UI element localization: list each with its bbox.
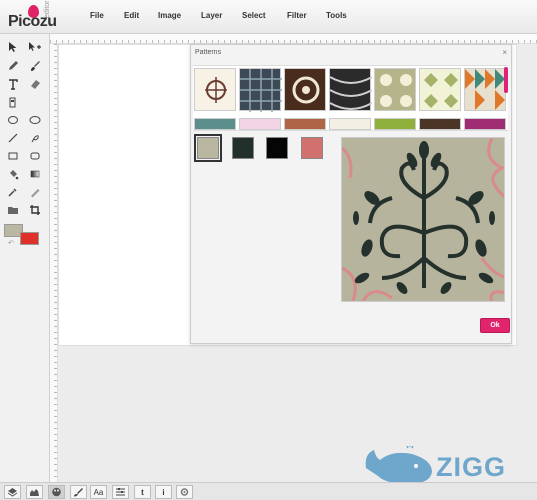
ellipse-icon[interactable]	[5, 112, 21, 128]
ok-button[interactable]: Ok	[480, 318, 510, 333]
font-icon[interactable]: Aa	[90, 485, 107, 499]
logo-subtitle: editor	[44, 0, 51, 18]
gradient-icon[interactable]	[27, 166, 43, 182]
move-plus-icon[interactable]	[27, 39, 43, 55]
pattern-thumb[interactable]	[194, 68, 236, 111]
brush-settings-icon[interactable]	[70, 485, 87, 499]
horizontal-ruler	[50, 34, 537, 44]
pattern-color-swatch-2[interactable]	[232, 137, 254, 159]
pattern-thumbnails	[193, 65, 508, 131]
menu-filter[interactable]: Filter	[287, 11, 307, 20]
rounded-rect-icon[interactable]	[27, 112, 43, 128]
info-icon[interactable]: i	[155, 485, 172, 499]
pattern-thumb[interactable]	[464, 118, 506, 130]
watermark-text: ZIGG	[436, 452, 506, 482]
eraser-icon[interactable]	[27, 76, 43, 92]
menu-tools[interactable]: Tools	[326, 11, 347, 20]
close-icon[interactable]: ×	[502, 48, 507, 57]
thumbnails-scrollbar[interactable]	[504, 67, 508, 93]
vertical-ruler	[50, 44, 58, 482]
clone-stamp-icon[interactable]	[5, 94, 21, 110]
palette-icon[interactable]	[48, 485, 65, 499]
pattern-thumb[interactable]	[419, 68, 461, 111]
pattern-thumb[interactable]	[284, 68, 326, 111]
pattern-thumb[interactable]	[239, 68, 282, 112]
crop-icon[interactable]	[27, 202, 43, 218]
ruler-icon[interactable]	[27, 184, 43, 200]
text-icon[interactable]	[5, 76, 21, 92]
pattern-thumb[interactable]	[284, 118, 326, 130]
swap-colors-icon[interactable]: ↶	[8, 239, 14, 247]
patterns-dialog: Patterns × Ok	[190, 44, 512, 344]
brush-icon[interactable]	[27, 58, 43, 74]
menu-bar: Picozu editor File Edit Image Layer Sele…	[0, 0, 537, 34]
tool-palette: ↶	[0, 34, 50, 482]
background-color-swatch[interactable]	[20, 232, 39, 245]
rect-rounded-icon[interactable]	[27, 148, 43, 164]
eyedropper-icon[interactable]	[5, 184, 21, 200]
menu-select[interactable]: Select	[242, 11, 266, 20]
line-icon[interactable]	[5, 130, 21, 146]
pattern-thumb[interactable]	[239, 118, 281, 130]
histogram-icon[interactable]	[26, 485, 43, 499]
rect-icon[interactable]	[5, 148, 21, 164]
pattern-color-swatch-1[interactable]	[194, 134, 222, 162]
dialog-title: Patterns	[195, 49, 222, 56]
menu-layer[interactable]: Layer	[201, 11, 222, 20]
whale-icon	[365, 444, 432, 484]
pattern-thumb[interactable]	[374, 68, 416, 111]
folder-icon[interactable]	[5, 202, 21, 218]
pattern-thumb[interactable]	[374, 118, 416, 130]
menu-image[interactable]: Image	[158, 11, 181, 20]
pattern-thumb[interactable]	[194, 118, 236, 130]
adjust-icon[interactable]	[112, 485, 129, 499]
pattern-color-swatch-4[interactable]	[301, 137, 323, 159]
pattern-preview	[341, 137, 505, 302]
pattern-thumb[interactable]	[329, 118, 371, 130]
menu-file[interactable]: File	[90, 11, 104, 20]
select-arrow-icon[interactable]	[5, 39, 21, 55]
pattern-thumb[interactable]	[419, 118, 461, 130]
pencil-icon[interactable]	[5, 58, 21, 74]
fill-bucket-icon[interactable]	[5, 166, 21, 182]
app-logo: Picozu editor	[8, 0, 64, 32]
lasso-icon[interactable]	[27, 130, 43, 146]
pattern-thumb[interactable]	[329, 68, 373, 111]
bottom-toolbar: Aa t i	[0, 482, 537, 500]
tumblr-icon[interactable]: t	[134, 485, 151, 499]
pattern-color-swatch-3[interactable]	[266, 137, 288, 159]
pattern-thumb[interactable]	[464, 68, 506, 111]
zigg-watermark: ZIGG	[362, 444, 532, 486]
menu-edit[interactable]: Edit	[124, 11, 139, 20]
settings-icon[interactable]	[176, 485, 193, 499]
layers-icon[interactable]	[4, 485, 21, 499]
